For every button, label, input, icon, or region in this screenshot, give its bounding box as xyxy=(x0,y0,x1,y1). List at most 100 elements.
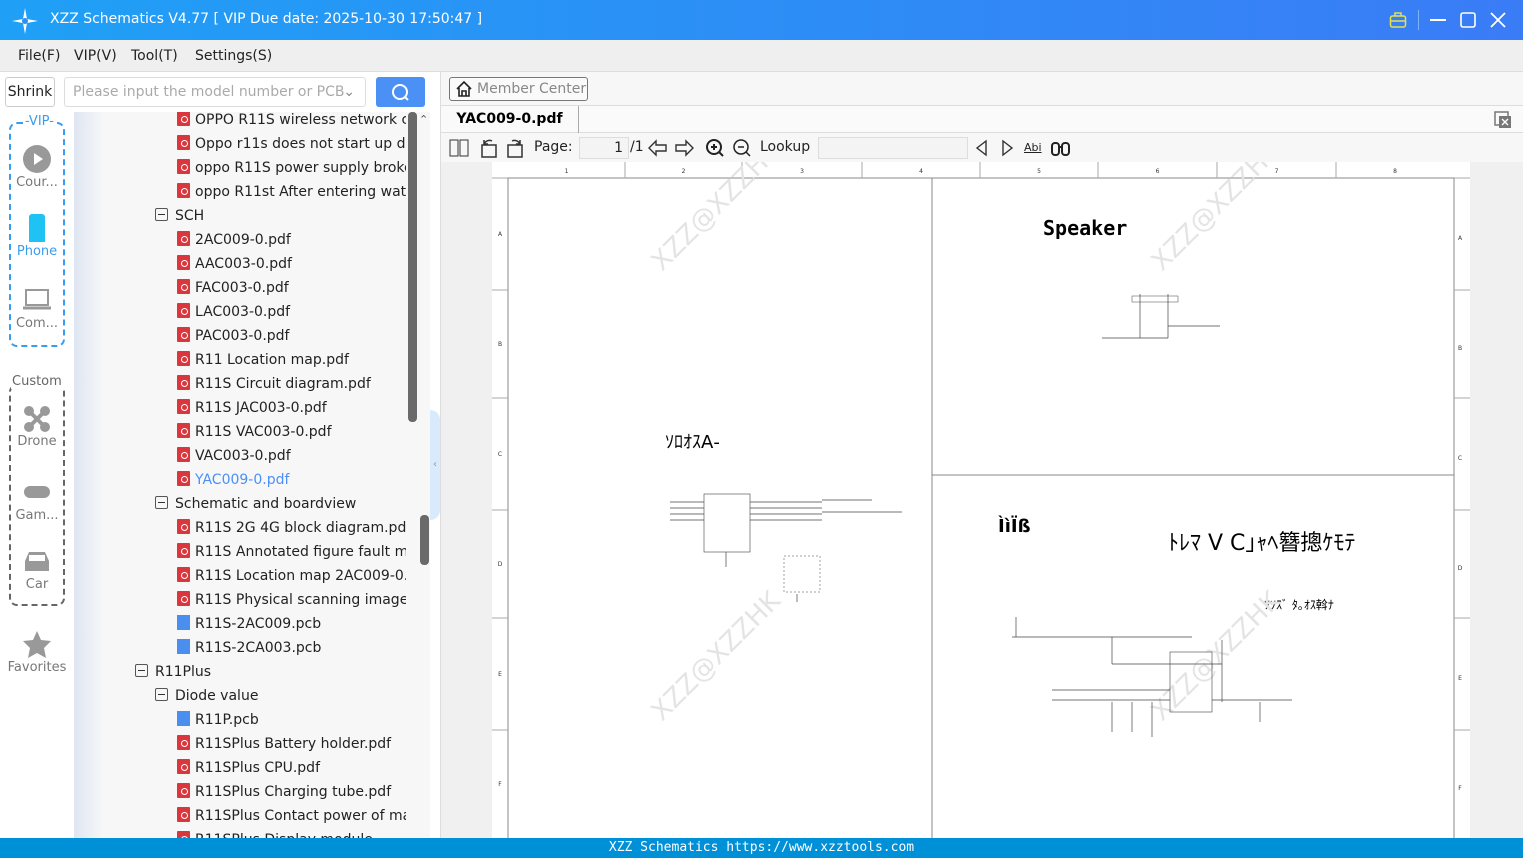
tree-item-label: R11 Location map.pdf xyxy=(195,352,349,368)
category-label: Car xyxy=(25,577,49,592)
tree-folder[interactable]: Schematic and boardview xyxy=(155,492,406,516)
panel-scrollbar[interactable] xyxy=(420,515,429,565)
tree-folder[interactable]: Diode value xyxy=(155,684,406,708)
rotate-right-icon[interactable] xyxy=(505,138,525,158)
menu-settings[interactable]: Settings(S) xyxy=(195,48,272,64)
tree-file[interactable]: YAC009-0.pdf xyxy=(177,468,406,492)
lookup-input[interactable] xyxy=(818,137,968,159)
tab-document[interactable]: YAC009-0.pdf xyxy=(441,106,579,133)
category-computer[interactable]: Com... xyxy=(0,286,74,331)
collapse-icon[interactable] xyxy=(135,664,148,677)
category-drone[interactable]: Drone xyxy=(0,404,74,449)
pcb-file-icon xyxy=(177,615,190,630)
tree-file[interactable]: R11S JAC003-0.pdf xyxy=(177,396,406,420)
category-phone[interactable]: Phone xyxy=(0,214,74,259)
category-favorites[interactable]: Favorites xyxy=(0,630,74,675)
vip-label: -VIP- xyxy=(24,114,55,129)
tree-file[interactable]: R11S VAC003-0.pdf xyxy=(177,420,406,444)
tree-file[interactable]: VAC003-0.pdf xyxy=(177,444,406,468)
next-page-icon[interactable] xyxy=(674,139,694,157)
speaker-title: Speaker xyxy=(1043,216,1127,240)
tree-item-label: R11SPlus CPU.pdf xyxy=(195,760,320,776)
minimize-button[interactable] xyxy=(1430,12,1446,28)
ic-chip xyxy=(703,493,751,553)
tree-file[interactable]: OPPO R11S wireless network ca xyxy=(177,112,406,132)
match-case-icon[interactable]: Abi xyxy=(1024,141,1042,154)
category-car[interactable]: Car xyxy=(0,547,74,592)
tree-item-label: Oppo r11s does not start up due xyxy=(195,136,406,152)
category-courses[interactable]: Cour... xyxy=(0,145,74,190)
pdf-file-icon xyxy=(177,183,190,198)
tree-file[interactable]: R11SPlus CPU.pdf xyxy=(177,756,406,780)
find-previous-icon[interactable] xyxy=(974,139,990,157)
page-label: Page: xyxy=(534,139,573,155)
member-center-button[interactable]: Member Center xyxy=(449,77,588,101)
previous-page-icon[interactable] xyxy=(648,139,668,157)
collapse-icon[interactable] xyxy=(155,208,168,221)
pdf-file-icon xyxy=(177,399,190,414)
model-search-input[interactable]: Please input the model number or PCB ⌄ xyxy=(64,77,366,107)
tree-file[interactable]: R11 Location map.pdf xyxy=(177,348,406,372)
tree-file[interactable]: R11SPlus Contact power of mai xyxy=(177,804,406,828)
document-view[interactable]: 1 2 3 4 5 6 7 8 A A B B C C D D E E F F Speaker ｿﾛｵｽA‐ ÌìÏß ﾄﾚﾏ… xyxy=(441,162,1523,838)
pdf-file-icon xyxy=(177,303,190,318)
zoom-in-icon[interactable] xyxy=(705,138,725,158)
tree-file[interactable]: AAC003-0.pdf xyxy=(177,252,406,276)
collapse-panel-handle[interactable]: ‹ xyxy=(430,410,440,520)
close-all-tabs-icon[interactable] xyxy=(1493,110,1513,130)
toolbox-icon[interactable] xyxy=(1389,11,1407,29)
tree-folder[interactable]: R11Plus xyxy=(135,660,406,684)
tree-file[interactable]: 2AC009-0.pdf xyxy=(177,228,406,252)
laptop-icon xyxy=(23,289,51,310)
maximize-button[interactable] xyxy=(1460,12,1476,28)
close-button[interactable] xyxy=(1490,12,1506,28)
tree-item-label: R11SPlus Battery holder.pdf xyxy=(195,736,392,752)
tree-file[interactable]: oppo R11S power supply broke xyxy=(177,156,406,180)
tree-file[interactable]: PAC003-0.pdf xyxy=(177,324,406,348)
tree-file[interactable]: R11SPlus Battery holder.pdf xyxy=(177,732,406,756)
zoom-out-icon[interactable] xyxy=(732,138,752,158)
tree-file[interactable]: R11S 2G 4G block diagram.pdf xyxy=(177,516,406,540)
menu-tool[interactable]: Tool(T) xyxy=(131,48,178,64)
two-page-icon[interactable] xyxy=(449,139,469,157)
chevron-down-icon[interactable]: ⌄ xyxy=(343,78,355,106)
menu-vip[interactable]: VIP(V) xyxy=(74,48,117,64)
tree-item-label: VAC003-0.pdf xyxy=(195,448,291,464)
tree-file[interactable]: R11S Physical scanning image.p xyxy=(177,588,406,612)
block-title: ｿﾛｵｽA‐ xyxy=(665,432,720,453)
tree-file[interactable]: R11S Annotated figure fault ma xyxy=(177,540,406,564)
tree-scrollbar[interactable] xyxy=(408,112,417,422)
binoculars-icon[interactable] xyxy=(1050,139,1072,157)
tree-file[interactable]: R11P.pcb xyxy=(177,708,406,732)
file-tree: OPPO R11S wireless network ca Oppo r11s d… xyxy=(74,112,430,838)
play-icon xyxy=(23,145,51,173)
tree-file[interactable]: R11S Location map 2AC009-0.p xyxy=(177,564,406,588)
tree-file[interactable]: Oppo r11s does not start up due xyxy=(177,132,406,156)
watermark: XZZ@XZZHK xyxy=(1146,585,1288,727)
page-number-input[interactable]: 1 xyxy=(579,137,629,159)
shrink-button[interactable]: Shrink xyxy=(5,77,55,107)
pdf-file-icon xyxy=(177,831,190,838)
tree-file[interactable]: FAC003-0.pdf xyxy=(177,276,406,300)
collapse-icon[interactable] xyxy=(155,496,168,509)
collapse-icon[interactable] xyxy=(155,688,168,701)
tree-file[interactable]: R11SPlus Display module xyxy=(177,828,406,838)
tree-folder[interactable]: SCH xyxy=(155,204,406,228)
row-label: F xyxy=(1458,785,1462,792)
tree-file[interactable]: R11S-2AC009.pcb xyxy=(177,612,406,636)
tree-file[interactable]: oppo R11st After entering wate xyxy=(177,180,406,204)
pdf-file-icon xyxy=(177,159,190,174)
rotate-left-icon[interactable] xyxy=(479,138,499,158)
tree-file[interactable]: R11SPlus Charging tube.pdf xyxy=(177,780,406,804)
tree-file[interactable]: R11S-2CA003.pcb xyxy=(177,636,406,660)
menu-file[interactable]: File(F) xyxy=(18,48,60,64)
tree-file[interactable]: LAC003-0.pdf xyxy=(177,300,406,324)
tree-item-label: R11SPlus Contact power of mai xyxy=(195,808,406,824)
tree-item-label: R11S Annotated figure fault ma xyxy=(195,544,406,560)
category-games[interactable]: Gam... xyxy=(0,478,74,523)
tree-item-label: R11SPlus Charging tube.pdf xyxy=(195,784,392,800)
search-button[interactable] xyxy=(376,77,425,107)
scroll-up-icon[interactable]: ⌃ xyxy=(419,113,428,126)
tree-file[interactable]: R11S Circuit diagram.pdf xyxy=(177,372,406,396)
find-next-icon[interactable] xyxy=(999,139,1015,157)
